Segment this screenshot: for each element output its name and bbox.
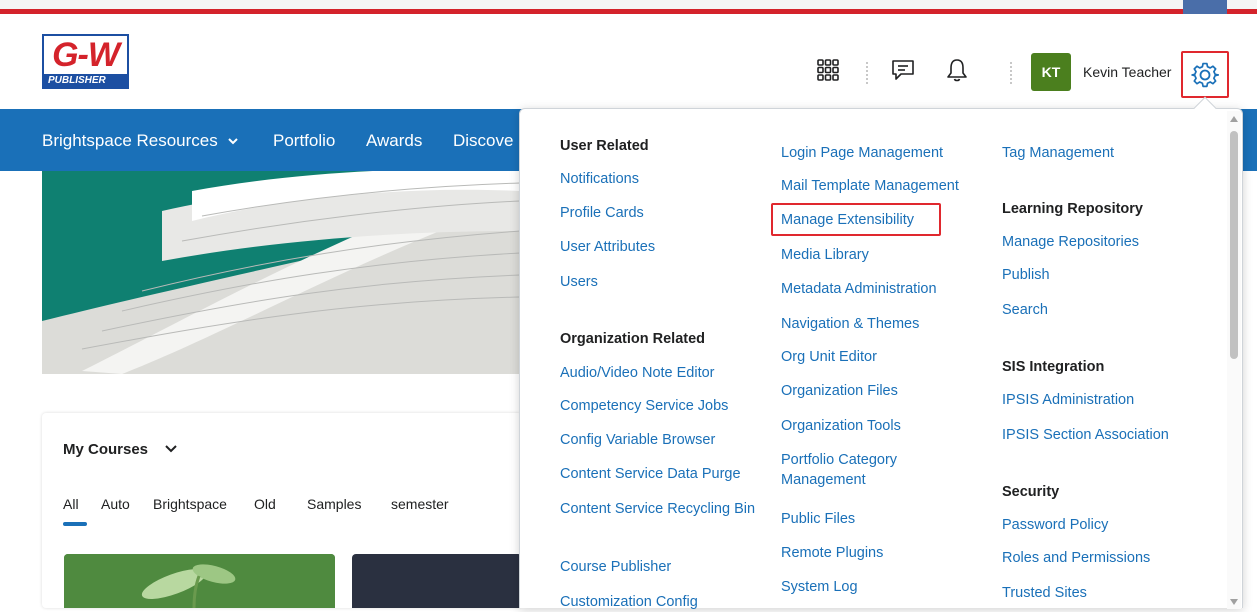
menu-link[interactable]: IPSIS Section Association bbox=[1002, 425, 1169, 445]
menu-link[interactable]: Trusted Sites bbox=[1002, 583, 1087, 603]
logo[interactable]: G-W PUBLISHER bbox=[42, 34, 129, 89]
section-heading: SIS Integration bbox=[1002, 359, 1105, 375]
menu-link[interactable]: Publish bbox=[1002, 265, 1050, 285]
menu-link[interactable]: Organization Files bbox=[781, 381, 898, 401]
nav-portfolio[interactable]: Portfolio bbox=[273, 131, 335, 151]
course-thumbnail[interactable] bbox=[64, 554, 335, 608]
waffle-icon[interactable] bbox=[808, 50, 848, 90]
nav-discover[interactable]: Discove bbox=[453, 131, 513, 151]
admin-tools-menu: User Related Notifications Profile Cards… bbox=[519, 96, 1243, 610]
menu-link[interactable]: Notifications bbox=[560, 169, 639, 189]
logo-subtext: PUBLISHER bbox=[48, 75, 106, 86]
gear-icon bbox=[1191, 60, 1219, 89]
menu-link[interactable]: Config Variable Browser bbox=[560, 430, 715, 450]
top-chip bbox=[1183, 0, 1227, 14]
menu-link[interactable]: Metadata Administration bbox=[781, 279, 937, 299]
section-heading: User Related bbox=[560, 138, 649, 154]
menu-link[interactable]: Search bbox=[1002, 300, 1048, 320]
menu-link[interactable]: Course Publisher bbox=[560, 557, 671, 577]
menu-link[interactable]: Content Service Recycling Bin bbox=[560, 499, 760, 519]
menu-link[interactable]: Audio/Video Note Editor bbox=[560, 363, 715, 383]
menu-scrollbar[interactable] bbox=[1227, 111, 1241, 609]
menu-link[interactable]: IPSIS Administration bbox=[1002, 390, 1134, 410]
section-heading: Learning Repository bbox=[1002, 201, 1143, 217]
menu-link[interactable]: Users bbox=[560, 272, 598, 292]
scroll-up-icon[interactable] bbox=[1230, 116, 1238, 122]
menu-link[interactable]: Login Page Management bbox=[781, 143, 943, 163]
menu-link[interactable]: Password Policy bbox=[1002, 515, 1108, 535]
admin-tools-button[interactable] bbox=[1181, 51, 1229, 98]
menu-link[interactable]: Media Library bbox=[781, 245, 869, 265]
tab-indicator bbox=[63, 522, 87, 526]
tab-semester[interactable]: semester bbox=[391, 496, 449, 512]
separator bbox=[866, 62, 868, 84]
top-strip bbox=[0, 0, 1257, 14]
menu-link[interactable]: Profile Cards bbox=[560, 203, 644, 223]
tab-brightspace[interactable]: Brightspace bbox=[153, 496, 227, 512]
chevron-down-icon[interactable] bbox=[164, 441, 178, 460]
menu-link[interactable]: Public Files bbox=[781, 509, 855, 529]
menu-link[interactable]: Content Service Data Purge bbox=[560, 464, 741, 484]
menu-link[interactable]: Org Unit Editor bbox=[781, 347, 877, 367]
tab-samples[interactable]: Samples bbox=[307, 496, 361, 512]
banner-image bbox=[42, 171, 520, 374]
chat-icon[interactable] bbox=[883, 50, 923, 90]
scroll-thumb[interactable] bbox=[1230, 131, 1238, 359]
menu-link[interactable]: Tag Management bbox=[1002, 143, 1114, 163]
logo-text: G-W bbox=[44, 36, 127, 74]
nav-brightspace-resources[interactable]: Brightspace Resources bbox=[42, 131, 239, 151]
tab-all[interactable]: All bbox=[63, 496, 79, 512]
scroll-down-icon[interactable] bbox=[1230, 599, 1238, 605]
menu-link[interactable]: System Log bbox=[781, 577, 858, 597]
user-name[interactable]: Kevin Teacher bbox=[1083, 64, 1171, 80]
menu-link-manage-extensibility[interactable]: Manage Extensibility bbox=[781, 210, 914, 230]
course-thumbnail[interactable] bbox=[352, 554, 522, 608]
menu-link[interactable]: Navigation & Themes bbox=[781, 314, 919, 334]
section-heading: Organization Related bbox=[560, 331, 706, 347]
menu-link[interactable]: User Attributes bbox=[560, 237, 655, 257]
my-courses-title: My Courses bbox=[63, 441, 149, 458]
header: G-W PUBLISHER KT Kevin Teacher bbox=[0, 14, 1257, 109]
menu-link[interactable]: Remote Plugins bbox=[781, 543, 883, 563]
tab-auto[interactable]: Auto bbox=[101, 496, 130, 512]
menu-link[interactable]: Mail Template Management bbox=[781, 176, 959, 196]
chevron-down-icon bbox=[227, 138, 238, 145]
menu-link[interactable]: Competency Service Jobs bbox=[560, 396, 728, 416]
tab-old[interactable]: Old bbox=[254, 496, 276, 512]
menu-link[interactable]: Portfolio Category Management bbox=[781, 450, 941, 490]
section-heading: Security bbox=[1002, 484, 1060, 500]
avatar[interactable]: KT bbox=[1031, 53, 1071, 91]
nav-awards[interactable]: Awards bbox=[366, 131, 422, 151]
separator bbox=[1010, 62, 1012, 84]
nav-label: Brightspace Resources bbox=[42, 131, 218, 150]
menu-link[interactable]: Manage Repositories bbox=[1002, 232, 1139, 252]
menu-link[interactable]: Roles and Permissions bbox=[1002, 548, 1150, 568]
bell-icon[interactable] bbox=[937, 50, 977, 90]
menu-link[interactable]: Customization Config bbox=[560, 592, 698, 612]
menu-link[interactable]: Organization Tools bbox=[781, 416, 901, 436]
